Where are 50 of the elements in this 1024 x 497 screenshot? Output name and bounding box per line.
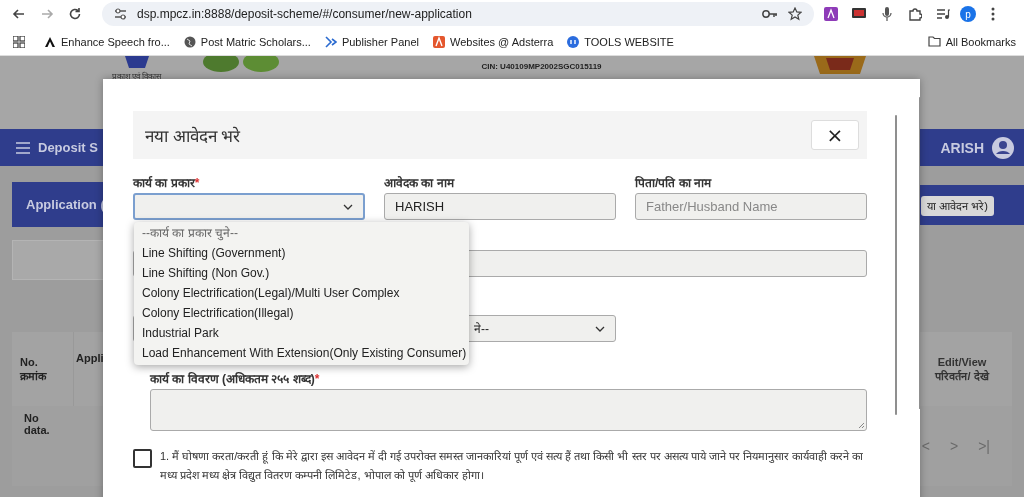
- bookmark-favicon: [44, 35, 56, 48]
- bookmark-favicon: [324, 35, 337, 48]
- site-settings-icon[interactable]: [114, 8, 127, 20]
- field-label: कार्य का प्रकार*: [133, 175, 201, 191]
- dropdown-option[interactable]: Colony Electrification(Illegal): [134, 303, 469, 323]
- checkbox[interactable]: [133, 449, 152, 468]
- work-type-select[interactable]: [133, 193, 365, 220]
- logo-caption: प्रकाश एवं विकास: [112, 71, 162, 81]
- bookmark-link[interactable]: TOOLS WEBSITE: [567, 35, 674, 48]
- input-field[interactable]: HARISH: [384, 193, 616, 220]
- declaration-text: 1. मैं घोषणा करता/करती हूं कि मेरे द्वारा इस आवेदन में दी गई उपरोक्त समस्त जानकारियां पूर्ण एवं सत्य हैं तथा किसी भी स्तर पर असत्य पाये जाने पर नियमानुसार कार्यवाही करने का मध्य प्रदेश मध्य क्षेत्र विद्युत वितरण कम्पनी लिमिटेड, भोपाल को पूर्ण अधिकार होगा।: [160, 449, 865, 484]
- close-button[interactable]: ×: [811, 120, 859, 150]
- dropdown-option[interactable]: Load Enhancement With Extension(Only Existing Consumer): [134, 343, 469, 363]
- folder-icon: [927, 36, 941, 47]
- column-header: Edit/View परिवर्तन/ देखे: [933, 354, 991, 384]
- dropdown-option[interactable]: Industrial Park: [134, 323, 469, 343]
- all-bookmarks-link[interactable]: All Bookmarks: [927, 35, 1016, 48]
- scrollbar[interactable]: [918, 97, 920, 409]
- dropdown-option[interactable]: --कार्य का प्रकार चुने--: [134, 223, 469, 243]
- menu-icon[interactable]: [16, 141, 30, 154]
- bookmark-link[interactable]: Enhance Speech fro...: [44, 35, 170, 48]
- globe-icon: [183, 35, 196, 48]
- dropdown-option[interactable]: Line Shifting (Non Gov.): [134, 263, 469, 283]
- user-name: ARISH: [940, 139, 984, 156]
- bookmark-link[interactable]: Websites @ Adsterra: [432, 35, 554, 48]
- chevron-down-icon: [343, 203, 353, 210]
- dropdown-option[interactable]: Line Shifting (Government): [134, 243, 469, 263]
- empty-message: No data.: [23, 411, 51, 438]
- user-avatar-icon[interactable]: [992, 136, 1014, 159]
- bookmark-favicon: [432, 35, 445, 48]
- bookmark-favicon: [567, 35, 580, 48]
- star-icon[interactable]: [788, 7, 802, 21]
- modal-title: नया आवेदन भरे: [145, 125, 241, 147]
- resize-grip-icon[interactable]: [858, 422, 865, 429]
- address-bar[interactable]: dsp.mpcz.in:8888/deposit-scheme/#/consumer/new-application: [102, 2, 814, 26]
- field-label: आवेदक का नाम: [384, 175, 456, 191]
- column-header: Appli: [75, 351, 104, 366]
- bookmark-link[interactable]: Post Matric Scholars...: [183, 35, 311, 48]
- scrollbar[interactable]: [895, 115, 897, 415]
- key-icon[interactable]: [762, 9, 778, 19]
- bookmark-link[interactable]: Publisher Panel: [324, 35, 419, 48]
- field-label: कार्य का विवरण (अधिकतम २५५ शब्द)*: [150, 371, 321, 387]
- field-label: पिता/पति का नाम: [635, 175, 713, 191]
- input-field[interactable]: Father/Husband Name: [635, 193, 867, 220]
- company-cin: CIN: U40109MP2002SGC015119: [481, 62, 602, 71]
- app-title: Deposit S: [38, 140, 98, 155]
- new-application-button[interactable]: या आवेदन भरे): [921, 195, 994, 216]
- chevron-down-icon: [595, 325, 605, 332]
- dropdown-option[interactable]: Colony Electrification(Legal)/Multi User Complex: [134, 283, 469, 303]
- profile-avatar[interactable]: p: [960, 6, 976, 22]
